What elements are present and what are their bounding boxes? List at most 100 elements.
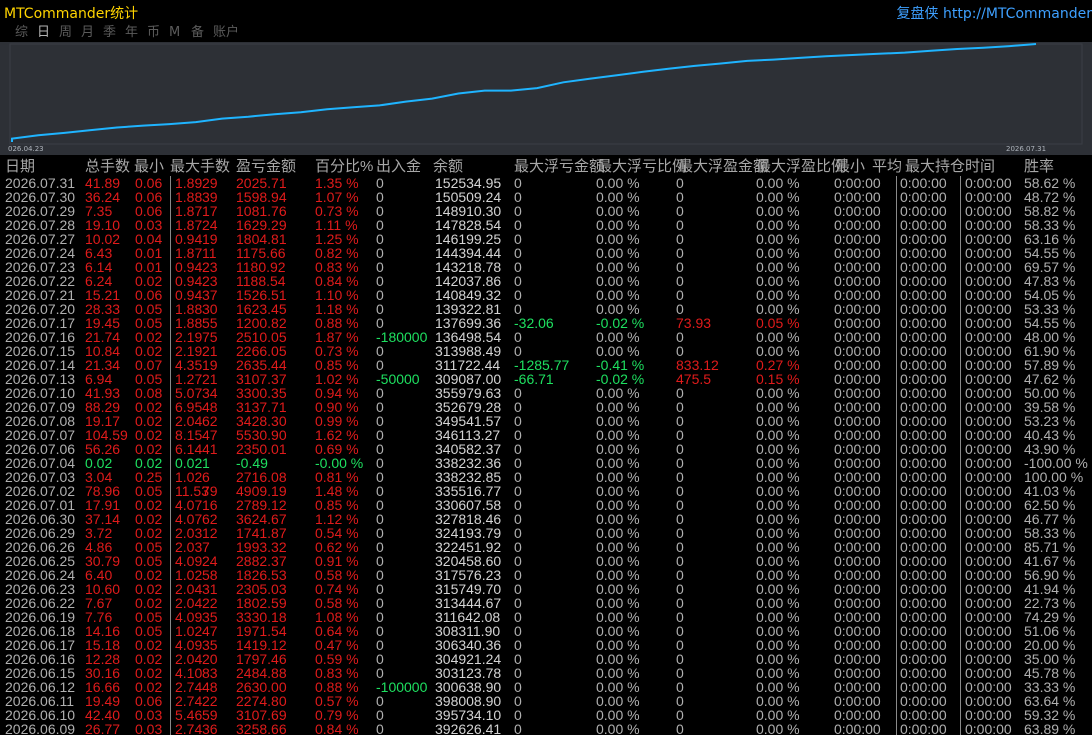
table-row[interactable]: 2026.06.24 6.40 0.02 1.02 58 1826.53 0.58 % 0 31…: [0, 568, 1092, 582]
table-row[interactable]: 2026.06.18 14.16 0.05 1.02 47 1971.54 0.64 % 0 3…: [0, 624, 1092, 638]
cell: 0.05: [135, 483, 163, 499]
site-link[interactable]: 复盘侠 http://MTCommander: [897, 5, 1092, 23]
cell: 29: [202, 175, 218, 191]
tab-6[interactable]: 币: [147, 25, 160, 41]
tab-8[interactable]: 备: [191, 25, 204, 41]
table-row[interactable]: 2026.07.01 17.91 0.02 4.07 16 2789.12 0.85 % 0 3…: [0, 498, 1092, 512]
cell: 0.05: [135, 315, 163, 331]
table-row[interactable]: 2026.06.26 4.86 0.05 2.03 7 1993.32 0.62 % 0 322…: [0, 540, 1092, 554]
cell: 0:00:00: [900, 399, 947, 415]
cell: 0:00:00: [834, 623, 881, 639]
tab-4[interactable]: 季: [103, 25, 116, 41]
column-header[interactable]: 出入金: [376, 158, 421, 176]
table-row[interactable]: 2026.06.19 7.76 0.05 4.09 35 3330.18 1.08 % 0 31…: [0, 610, 1092, 624]
column-divider: [170, 260, 171, 274]
cell: 0: [514, 539, 522, 555]
cell: 0: [514, 287, 522, 303]
cell: 0:00:00: [834, 483, 881, 499]
column-header[interactable]: 最大浮亏金额: [514, 158, 604, 176]
table-row[interactable]: 2026.07.09 88.29 0.02 6.95 48 3137.71 0.90 % 0 3…: [0, 400, 1092, 414]
tab-9[interactable]: 账户: [213, 25, 239, 41]
column-header[interactable]: 最大手数: [170, 158, 230, 176]
cell: 0:00:00: [900, 385, 947, 401]
column-header[interactable]: 日期: [5, 158, 35, 176]
cell: 0: [376, 525, 384, 541]
table-row[interactable]: 2026.06.11 19.49 0.06 2.74 22 2274.80 0.57 % 0 3…: [0, 694, 1092, 708]
cell: 315749.70: [435, 581, 502, 597]
table-row[interactable]: 2026.07.04 0.02 0.02 0.02 1 -0.49 -0.00 % 0 3382…: [0, 456, 1092, 470]
tab-1[interactable]: 日: [37, 25, 50, 41]
table-row[interactable]: 2026.06.22 7.67 0.02 2.04 22 1802.59 0.58 % 0 31…: [0, 596, 1092, 610]
column-header[interactable]: 余额: [433, 158, 463, 176]
table-row[interactable]: 2026.06.15 30.16 0.02 4.10 83 2484.88 0.83 % 0 3…: [0, 666, 1092, 680]
cell: 0:00:00: [900, 637, 947, 653]
cell: 62: [202, 511, 218, 527]
cell: 1971.54: [236, 623, 287, 639]
table-row[interactable]: 2026.07.23 6.14 0.01 0.94 23 1180.92 0.83 % 0 14…: [0, 260, 1092, 274]
table-row[interactable]: 2026.07.08 19.17 0.02 2.04 62 3428.30 0.99 % 0 3…: [0, 414, 1092, 428]
cell: 0.00 %: [596, 259, 640, 275]
cell: 50.00 %: [1024, 385, 1076, 401]
table-row[interactable]: 2026.07.06 56.26 0.02 6.14 41 2350.01 0.69 % 0 3…: [0, 442, 1092, 456]
table-row[interactable]: 2026.07.14 21.34 0.07 4.35 19 2635.44 0.85 % 0 3…: [0, 358, 1092, 372]
cell: 0:00:00: [834, 427, 881, 443]
column-divider: [960, 442, 961, 456]
column-header[interactable]: 最大浮盈比例: [756, 158, 846, 176]
column-divider: [896, 498, 897, 512]
cell: 0.79 %: [315, 707, 359, 723]
table-row[interactable]: 2026.07.15 10.84 0.02 2.19 21 2266.05 0.73 % 0 3…: [0, 344, 1092, 358]
cell: 1741.87: [236, 525, 287, 541]
column-header[interactable]: 盈亏金额: [236, 158, 296, 176]
table-row[interactable]: 2026.07.07 104.59 0.02 8.15 47 5530.90 1.62 % 0…: [0, 428, 1092, 442]
cell: 0: [376, 553, 384, 569]
column-header[interactable]: 最小: [835, 158, 865, 176]
column-header[interactable]: 最大浮亏比例: [597, 158, 687, 176]
column-header[interactable]: 总手数: [85, 158, 130, 176]
table-row[interactable]: 2026.06.25 30.79 0.05 4.09 24 2882.37 0.91 % 0 3…: [0, 554, 1092, 568]
column-header[interactable]: 平均: [872, 158, 902, 176]
column-header[interactable]: 胜率: [1024, 158, 1054, 176]
tab-0[interactable]: 综: [15, 25, 28, 41]
table-row[interactable]: 2026.07.13 6.94 0.05 1.27 21 3107.37 1.02 % -50…: [0, 372, 1092, 386]
table-row[interactable]: 2026.07.29 7.35 0.06 1.87 17 1081.76 0.73 % 0 14…: [0, 204, 1092, 218]
table-row[interactable]: 2026.06.29 3.72 0.02 2.03 12 1741.87 0.54 % 0 32…: [0, 526, 1092, 540]
table-row[interactable]: 2026.06.30 37.14 0.02 4.07 62 3624.67 1.12 % 0 3…: [0, 512, 1092, 526]
column-header[interactable]: 最大浮盈金额: [678, 158, 768, 176]
column-divider: [170, 246, 171, 260]
cell: 0.00 %: [596, 525, 640, 541]
cell: 0: [376, 721, 384, 735]
tab-3[interactable]: 月: [81, 25, 94, 41]
table-row[interactable]: 2026.07.02 78.96 0.05 11.53 79 4909.19 1.48 % 0…: [0, 484, 1092, 498]
cell: 0:00:00: [900, 287, 947, 303]
table-row[interactable]: 2026.07.20 28.33 0.05 1.88 30 1623.45 1.18 % 0 1…: [0, 302, 1092, 316]
table-row[interactable]: 2026.06.10 42.40 0.03 5.46 59 3107.69 0.79 % 0 3…: [0, 708, 1092, 722]
cell: 1.87: [175, 203, 203, 219]
table-row[interactable]: 2026.07.22 6.24 0.02 0.94 23 1188.54 0.84 % 0 14…: [0, 274, 1092, 288]
table-row[interactable]: 2026.06.09 26.77 0.03 2.74 36 3258.66 0.84 % 0 3…: [0, 722, 1092, 735]
tab-2[interactable]: 周: [59, 25, 72, 41]
table-row[interactable]: 2026.07.30 36.24 0.06 1.88 39 1598.94 1.07 % 0 1…: [0, 190, 1092, 204]
column-divider: [170, 666, 171, 680]
table-row[interactable]: 2026.07.28 19.10 0.03 1.87 24 1629.29 1.11 % 0 1…: [0, 218, 1092, 232]
cell: 3624.67: [236, 511, 287, 527]
cell: 0: [376, 693, 384, 709]
cell: 41.67 %: [1024, 553, 1076, 569]
table-row[interactable]: 2026.07.10 41.93 0.08 5.07 34 3300.35 0.94 % 0 3…: [0, 386, 1092, 400]
column-header[interactable]: 最大持仓时间: [905, 158, 995, 176]
table-row[interactable]: 2026.06.17 15.18 0.02 4.09 35 1419.12 0.47 % 0 3…: [0, 638, 1092, 652]
table-row[interactable]: 2026.06.16 12.28 0.02 2.04 20 1797.46 0.59 % 0 3…: [0, 652, 1092, 666]
column-divider: [896, 218, 897, 232]
table-row[interactable]: 2026.07.17 19.45 0.05 1.88 55 1200.82 0.88 % 0 1…: [0, 316, 1092, 330]
table-row[interactable]: 2026.07.31 41.89 0.06 1.89 29 2025.71 1.35 % 0 1…: [0, 176, 1092, 190]
table-row[interactable]: 2026.07.24 6.43 0.01 1.87 11 1175.66 0.82 % 0 14…: [0, 246, 1092, 260]
table-row[interactable]: 2026.07.03 3.04 0.25 1.02 6 2716.08 0.81 % 0 338…: [0, 470, 1092, 484]
table-row[interactable]: 2026.07.21 15.21 0.06 0.94 37 1526.51 1.10 % 0 1…: [0, 288, 1092, 302]
column-header[interactable]: 最小: [134, 158, 164, 176]
table-row[interactable]: 2026.06.23 10.60 0.02 2.04 31 2305.03 0.74 % 0 3…: [0, 582, 1092, 596]
table-row[interactable]: 2026.07.27 10.02 0.04 0.94 19 1804.81 1.25 % 0 1…: [0, 232, 1092, 246]
tab-5[interactable]: 年: [125, 25, 138, 41]
column-header[interactable]: 百分比%: [315, 158, 373, 176]
tab-7[interactable]: M: [169, 25, 180, 41]
table-row[interactable]: 2026.07.16 21.74 0.02 2.19 75 2510.05 1.87 % -1…: [0, 330, 1092, 344]
table-row[interactable]: 2026.06.12 16.66 0.02 2.74 48 2630.00 0.88 % -1…: [0, 680, 1092, 694]
